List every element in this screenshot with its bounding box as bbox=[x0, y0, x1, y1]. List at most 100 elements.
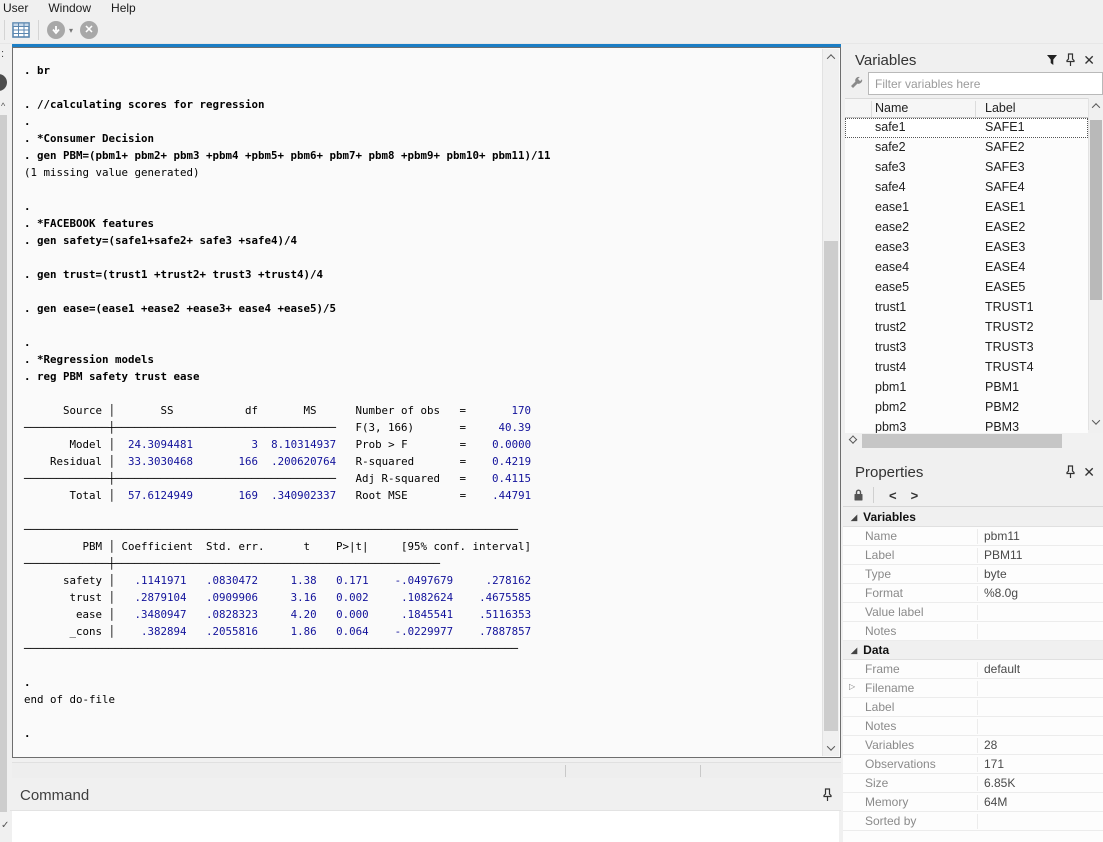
break-button[interactable]: ✕ bbox=[77, 19, 101, 41]
variable-label: EASE1 bbox=[985, 200, 1025, 214]
variables-column-name[interactable]: Name bbox=[875, 101, 908, 115]
variable-row-trust1[interactable]: trust1TRUST1 bbox=[845, 298, 1088, 318]
variable-row-ease1[interactable]: ease1EASE1 bbox=[845, 198, 1088, 218]
menu-item-help[interactable]: Help bbox=[101, 0, 146, 17]
status-bar-divider bbox=[700, 765, 701, 777]
console-command-line: . bbox=[24, 725, 822, 742]
lock-icon[interactable] bbox=[852, 488, 865, 502]
property-value[interactable] bbox=[977, 624, 1101, 639]
menu-item-user[interactable]: User bbox=[0, 0, 38, 17]
console-command-line: . *Consumer Decision bbox=[24, 130, 822, 147]
variable-name: pbm1 bbox=[875, 380, 906, 394]
variables-horizontal-scrollbar[interactable] bbox=[845, 433, 1103, 450]
do-button[interactable] bbox=[44, 19, 68, 41]
results-console[interactable]: . br . //calculating scores for regressi… bbox=[14, 48, 822, 756]
variable-row-ease3[interactable]: ease3EASE3 bbox=[845, 238, 1088, 258]
console-output-line: (1 missing value generated) bbox=[24, 164, 822, 181]
data-editor-button[interactable] bbox=[9, 19, 33, 41]
left-scrollbar-fragment[interactable] bbox=[0, 115, 7, 812]
properties-section-data[interactable]: ◢Data bbox=[843, 641, 1103, 660]
variable-row-ease2[interactable]: ease2EASE2 bbox=[845, 218, 1088, 238]
command-input[interactable] bbox=[12, 811, 839, 842]
property-value[interactable]: %8.0g bbox=[977, 586, 1101, 601]
expand-icon[interactable]: ▷ bbox=[849, 682, 855, 691]
property-label: Type bbox=[865, 567, 891, 581]
break-icon: ✕ bbox=[80, 21, 98, 39]
filter-icon[interactable] bbox=[1046, 54, 1058, 66]
variable-row-trust3[interactable]: trust3TRUST3 bbox=[845, 338, 1088, 358]
property-value[interactable]: PBM11 bbox=[977, 548, 1101, 563]
console-output-line: _cons │ .382894 .2055816 1.86 0.064 -.02… bbox=[24, 623, 822, 640]
wrench-icon[interactable] bbox=[849, 76, 863, 90]
variable-row-ease4[interactable]: ease4EASE4 bbox=[845, 258, 1088, 278]
property-value[interactable] bbox=[977, 814, 1101, 829]
property-value[interactable] bbox=[977, 700, 1101, 715]
variable-row-pbm2[interactable]: pbm2PBM2 bbox=[845, 398, 1088, 418]
variable-row-pbm3[interactable]: pbm3PBM3 bbox=[845, 418, 1088, 433]
close-icon[interactable]: ✕ bbox=[1083, 465, 1095, 479]
next-variable-button[interactable]: > bbox=[904, 488, 926, 503]
variables-list: safe1SAFE1safe2SAFE2safe3SAFE3safe4SAFE4… bbox=[845, 118, 1088, 433]
properties-section-variables[interactable]: ◢Variables bbox=[843, 508, 1103, 527]
variable-label: SAFE3 bbox=[985, 160, 1025, 174]
property-value[interactable] bbox=[977, 605, 1101, 620]
property-row-name: Name pbm11 bbox=[843, 527, 1103, 546]
close-icon[interactable]: ✕ bbox=[1083, 53, 1095, 67]
scroll-right-arrow-icon[interactable] bbox=[845, 433, 861, 449]
results-scrollbar-thumb[interactable] bbox=[824, 241, 838, 731]
console-command-line: . gen ease=(ease1 +ease2 +ease3+ ease4 +… bbox=[24, 300, 822, 317]
variable-label: PBM2 bbox=[985, 400, 1019, 414]
property-value[interactable]: pbm11 bbox=[977, 529, 1101, 544]
variables-filter-input[interactable] bbox=[868, 72, 1103, 95]
property-row-sorted-by: Sorted by bbox=[843, 812, 1103, 831]
scroll-up-arrow-icon[interactable] bbox=[1088, 98, 1103, 114]
variable-row-ease5[interactable]: ease5EASE5 bbox=[845, 278, 1088, 298]
console-output-line: ─────────────┼──────────────────────────… bbox=[24, 419, 822, 436]
variables-panel-titlebar: Variables ✕ bbox=[843, 48, 1103, 72]
console-output-line: ────────────────────────────────────────… bbox=[24, 521, 822, 538]
do-dropdown-caret[interactable]: ▾ bbox=[69, 26, 73, 35]
results-vertical-scrollbar[interactable] bbox=[822, 49, 839, 756]
scroll-up-arrow-icon[interactable] bbox=[823, 49, 839, 65]
variable-row-safe4[interactable]: safe4SAFE4 bbox=[845, 178, 1088, 198]
variable-row-pbm1[interactable]: pbm1 PBM1 bbox=[845, 378, 1088, 398]
variables-hscrollbar-thumb[interactable] bbox=[862, 434, 1062, 448]
variables-column-label[interactable]: Label bbox=[985, 101, 1016, 115]
variable-row-safe2[interactable]: safe2SAFE2 bbox=[845, 138, 1088, 158]
variables-filter-row bbox=[843, 72, 1103, 96]
variable-row-trust2[interactable]: trust2TRUST2 bbox=[845, 318, 1088, 338]
property-value[interactable]: default bbox=[977, 662, 1101, 677]
variables-scrollbar-thumb[interactable] bbox=[1090, 120, 1102, 300]
section-title: Variables bbox=[863, 510, 916, 524]
property-value[interactable]: byte bbox=[977, 567, 1101, 582]
variable-label: PBM1 bbox=[985, 380, 1019, 394]
property-value[interactable] bbox=[977, 681, 1101, 696]
pin-icon[interactable] bbox=[1065, 53, 1076, 67]
menu-item-window[interactable]: Window bbox=[38, 0, 101, 17]
variables-list-header[interactable]: Name Label bbox=[845, 98, 1088, 118]
property-value[interactable]: 64M bbox=[977, 795, 1101, 810]
property-label: Name bbox=[865, 529, 897, 543]
data-editor-icon bbox=[12, 22, 30, 38]
property-value[interactable] bbox=[977, 719, 1101, 734]
pin-icon[interactable] bbox=[822, 788, 833, 802]
variable-label: EASE5 bbox=[985, 280, 1025, 294]
variable-row-trust4[interactable]: trust4TRUST4 bbox=[845, 358, 1088, 378]
property-label: Notes bbox=[865, 624, 896, 638]
pin-icon[interactable] bbox=[1065, 465, 1076, 479]
prev-variable-button[interactable]: < bbox=[882, 488, 904, 503]
property-value[interactable]: 28 bbox=[977, 738, 1101, 753]
right-dock: Variables ✕ Name Label safe1SAFE1safe2SA… bbox=[843, 44, 1103, 842]
variable-row-safe1[interactable]: safe1SAFE1 bbox=[845, 118, 1088, 138]
property-row-type: Type byte bbox=[843, 565, 1103, 584]
scroll-down-arrow-icon[interactable] bbox=[1088, 414, 1103, 430]
variable-label: TRUST2 bbox=[985, 320, 1034, 334]
variables-vertical-scrollbar[interactable] bbox=[1088, 98, 1103, 430]
property-value[interactable]: 171 bbox=[977, 757, 1101, 772]
scroll-down-arrow-icon[interactable] bbox=[823, 740, 839, 756]
console-output-line bbox=[24, 283, 822, 300]
variable-row-safe3[interactable]: safe3SAFE3 bbox=[845, 158, 1088, 178]
property-label: Variables bbox=[865, 738, 914, 752]
property-value[interactable]: 6.85K bbox=[977, 776, 1101, 791]
variable-label: SAFE1 bbox=[985, 120, 1025, 134]
